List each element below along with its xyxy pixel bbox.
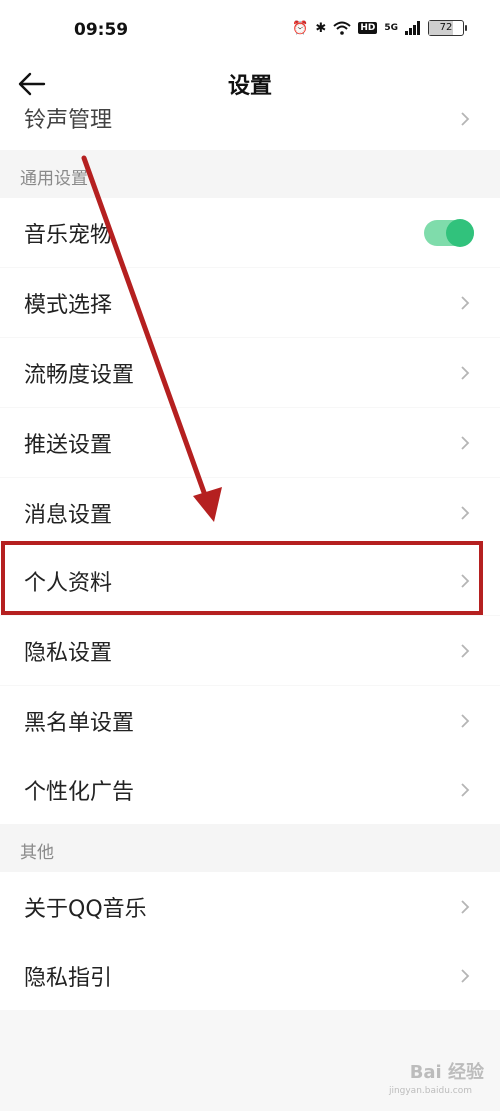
settings-item-label: 隐私设置	[24, 640, 113, 666]
network-label: 5G	[384, 23, 398, 33]
settings-item-label: 黑名单设置	[24, 710, 135, 736]
settings-item-privacy[interactable]: 隐私设置	[0, 616, 500, 685]
settings-item-label: 个性化广告	[24, 779, 135, 805]
chevron-right-icon	[461, 573, 470, 588]
settings-item-label: 个人资料	[24, 570, 113, 596]
settings-item-profile[interactable]: 个人资料	[0, 546, 500, 615]
chevron-right-icon	[461, 365, 470, 380]
baidu-watermark: Bai 经验	[409, 1062, 484, 1083]
status-bar: 09:59 ⏰ ✱ HD 5G 72	[0, 0, 500, 62]
wifi-icon	[333, 21, 351, 35]
chevron-right-icon	[461, 782, 470, 797]
chevron-right-icon	[461, 899, 470, 914]
settings-item-smoothness[interactable]: 流畅度设置	[0, 338, 500, 407]
settings-item-label: 铃声管理	[24, 108, 113, 133]
settings-item-about[interactable]: 关于QQ音乐	[0, 872, 500, 941]
settings-item-label: 音乐宠物	[24, 222, 113, 248]
settings-item-label: 流畅度设置	[24, 362, 135, 388]
alarm-icon: ⏰	[292, 20, 309, 36]
chevron-right-icon	[461, 713, 470, 728]
chevron-right-icon	[461, 505, 470, 520]
settings-item-label: 推送设置	[24, 432, 113, 458]
section-title: 通用设置	[20, 169, 88, 189]
chevron-right-icon	[461, 968, 470, 983]
settings-item-mode-select[interactable]: 模式选择	[0, 268, 500, 337]
baidu-watermark-url: jingyan.baidu.com	[388, 1086, 472, 1096]
settings-item-label: 消息设置	[24, 502, 113, 528]
chevron-right-icon	[461, 295, 470, 310]
battery-level: 72	[439, 22, 453, 33]
battery-indicator: 72	[428, 20, 467, 36]
chevron-right-icon	[461, 643, 470, 658]
section-header-other: 其他	[0, 824, 500, 872]
settings-item-label: 隐私指引	[24, 965, 113, 991]
nav-header: 设置	[0, 62, 500, 106]
settings-item-music-pet: 音乐宠物	[0, 198, 500, 267]
music-pet-toggle[interactable]	[424, 218, 474, 247]
section-title: 其他	[20, 843, 54, 863]
settings-item-push[interactable]: 推送设置	[0, 408, 500, 477]
settings-item-blacklist[interactable]: 黑名单设置	[0, 686, 500, 755]
chevron-right-icon	[461, 112, 470, 126]
chevron-right-icon	[461, 435, 470, 450]
status-icons: ⏰ ✱ HD 5G 72	[292, 20, 467, 36]
settings-item-ringtone[interactable]: 铃声管理	[0, 106, 500, 150]
toggle-knob	[446, 218, 474, 247]
settings-item-label: 关于QQ音乐	[24, 896, 147, 922]
status-time: 09:59	[74, 20, 129, 40]
settings-item-privacy-guide[interactable]: 隐私指引	[0, 941, 500, 1010]
hd-badge: HD	[358, 22, 378, 34]
page-title: 设置	[227, 74, 272, 99]
bluetooth-icon: ✱	[315, 20, 327, 36]
settings-item-label: 模式选择	[24, 292, 113, 318]
section-header-general: 通用设置	[0, 150, 500, 198]
signal-icon	[405, 21, 420, 35]
settings-item-ads[interactable]: 个性化广告	[0, 755, 500, 824]
settings-item-message[interactable]: 消息设置	[0, 478, 500, 547]
